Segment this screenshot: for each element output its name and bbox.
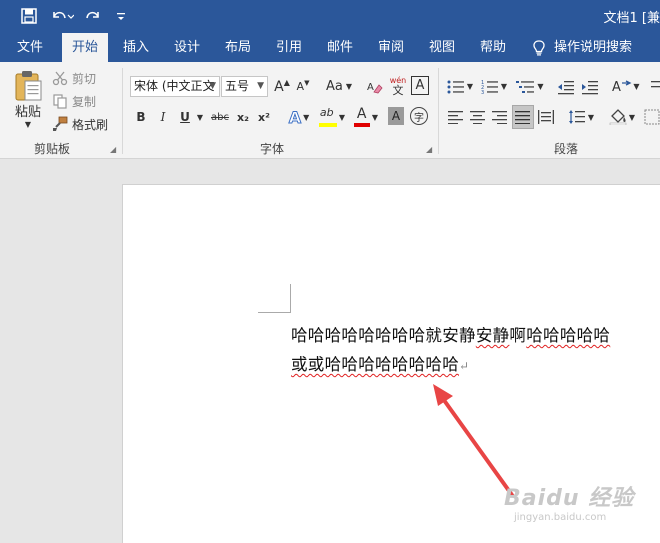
annotation-arrow xyxy=(433,384,514,497)
baidu-watermark: Baidu 经验 jingyan.baidu.com xyxy=(504,480,634,523)
watermark-main: Baidu 经验 xyxy=(504,486,635,511)
watermark-sub: jingyan.baidu.com xyxy=(514,512,607,523)
